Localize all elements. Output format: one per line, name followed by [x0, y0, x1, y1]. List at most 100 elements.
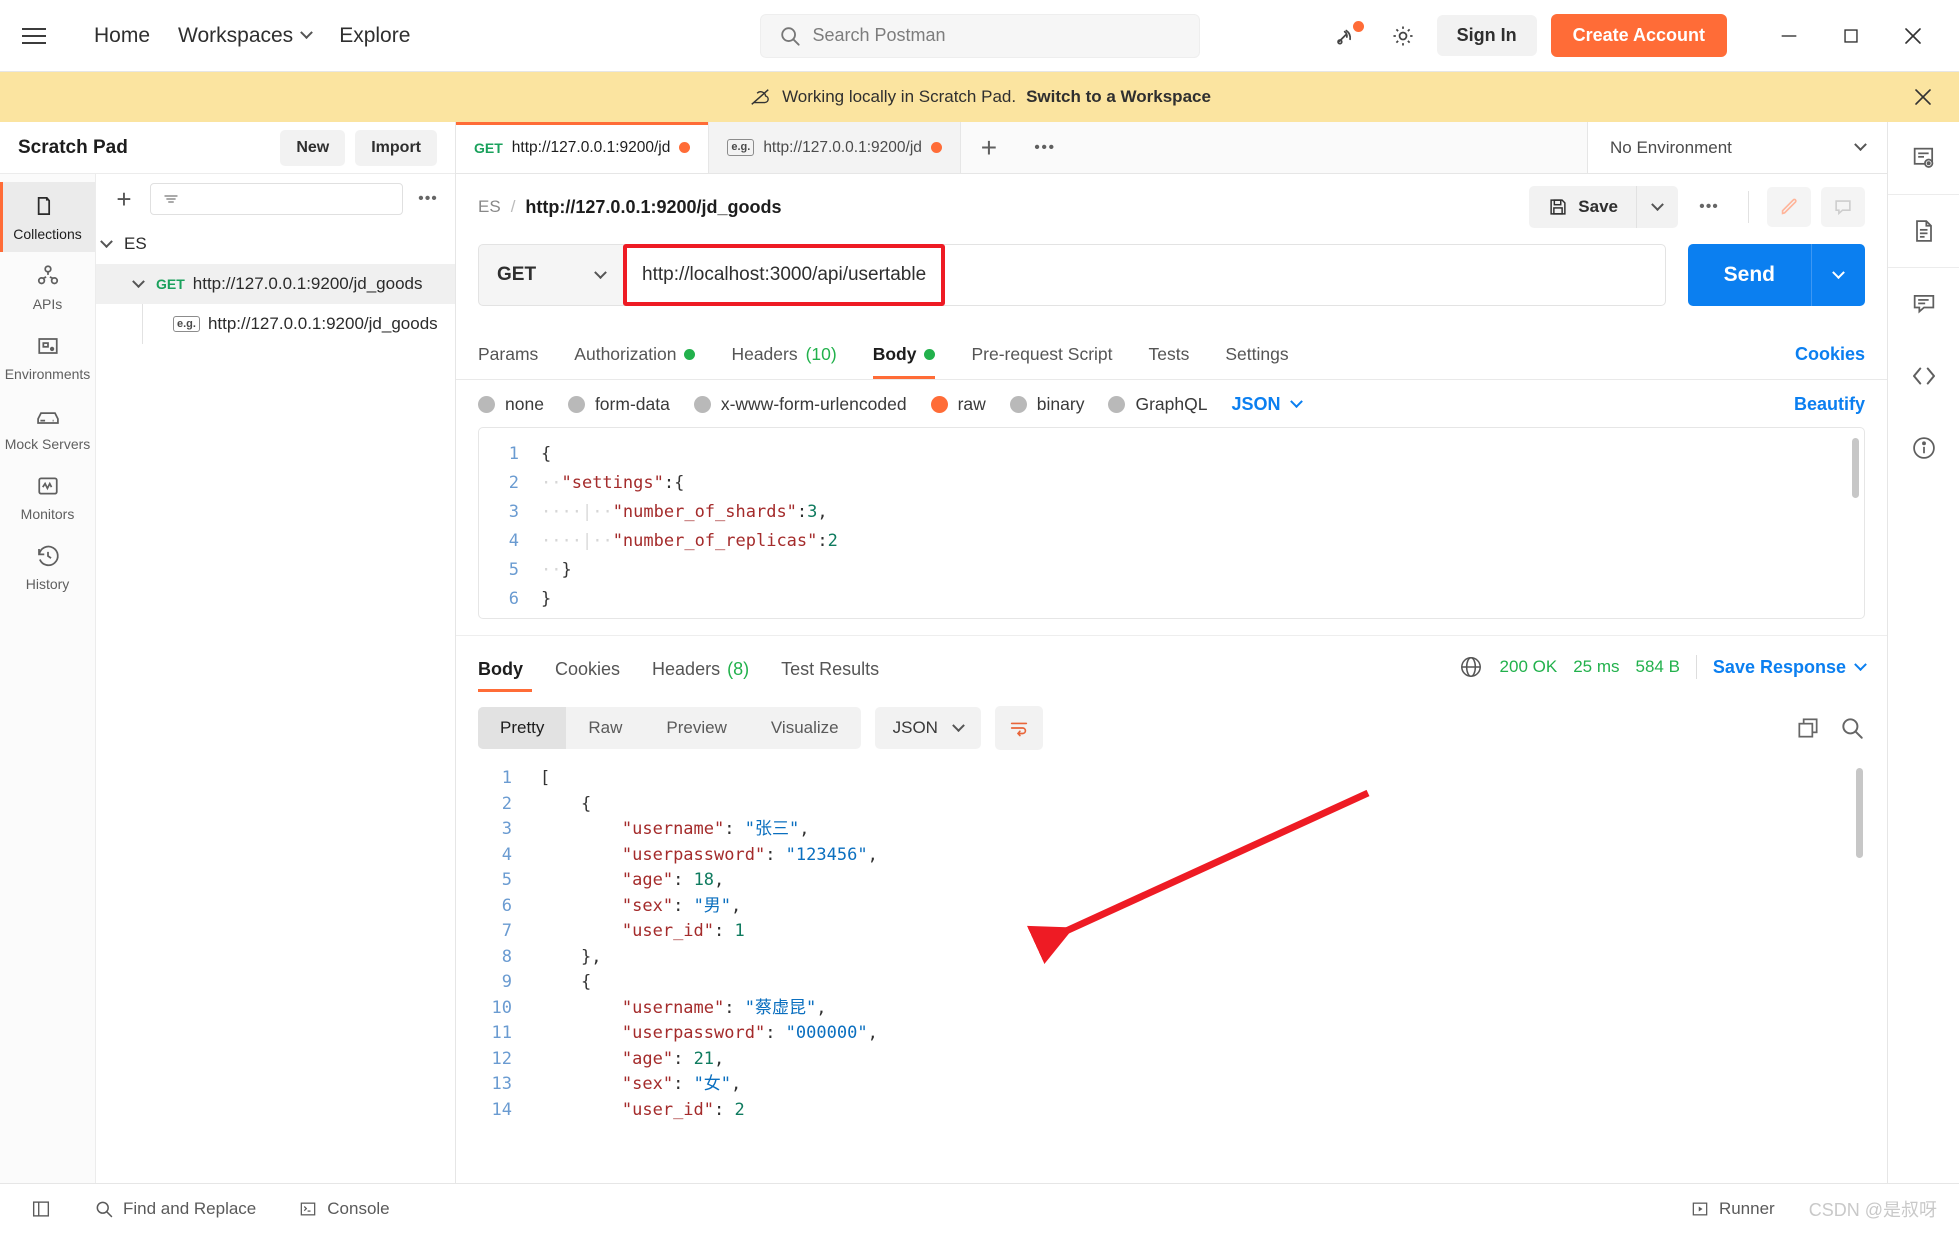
send-button[interactable]: Send	[1687, 244, 1811, 306]
body-mode-graphql[interactable]: GraphQL	[1108, 394, 1207, 415]
breadcrumb-root[interactable]: ES	[478, 197, 501, 217]
chevron-down-icon[interactable]	[128, 274, 148, 294]
tree-more-icon[interactable]: •••	[413, 184, 443, 214]
edit-pencil-icon[interactable]	[1767, 187, 1811, 227]
cookies-link[interactable]: Cookies	[1795, 344, 1865, 379]
tab-pre-request-script[interactable]: Pre-request Script	[953, 344, 1130, 379]
console-button[interactable]: Console	[290, 1194, 397, 1224]
tree-request-row[interactable]: GET http://127.0.0.1:9200/jd_goods	[96, 264, 455, 304]
sidebar-item-apis[interactable]: APIs	[0, 252, 95, 322]
sidebar-toggle-button[interactable]	[22, 1193, 60, 1225]
request-pane: GET http://127.0.0.1:9200/jd e.g. http:/…	[456, 122, 1887, 1183]
environment-selector[interactable]: No Environment	[1587, 122, 1887, 173]
sidebar-item-history[interactable]: History	[0, 532, 95, 602]
sidebar-item-collections[interactable]: Collections	[0, 182, 95, 252]
hamburger-icon[interactable]	[22, 21, 52, 51]
request-more-icon[interactable]: •••	[1688, 187, 1730, 227]
response-view-pretty[interactable]: Pretty	[478, 707, 567, 749]
request-overview-icon[interactable]	[1888, 122, 1959, 194]
tab-authorization[interactable]: Authorization	[556, 344, 713, 379]
add-collection-icon[interactable]: +	[108, 183, 140, 215]
response-view-visualize[interactable]: Visualize	[749, 707, 861, 749]
settings-gear-icon[interactable]	[1383, 16, 1423, 56]
banner-close-icon[interactable]	[1911, 85, 1935, 109]
search-input[interactable]: Search Postman	[759, 13, 1200, 58]
runner-button[interactable]: Runner	[1682, 1194, 1783, 1224]
response-scrollbar[interactable]	[1856, 768, 1863, 858]
nav-home[interactable]: Home	[80, 18, 164, 54]
response-body-viewer[interactable]: 1[ 2 { 3 "username": "张三", 4 "userpasswo…	[478, 760, 1865, 1183]
sign-in-button[interactable]: Sign In	[1436, 15, 1537, 56]
close-window-button[interactable]	[1889, 14, 1937, 58]
body-mode-urlencoded[interactable]: x-www-form-urlencoded	[693, 394, 907, 415]
environments-icon	[37, 338, 58, 354]
find-and-replace-button[interactable]: Find and Replace	[86, 1194, 264, 1224]
request-tab-2[interactable]: e.g. http://127.0.0.1:9200/jd	[709, 122, 961, 173]
request-tab-1[interactable]: GET http://127.0.0.1:9200/jd	[456, 122, 710, 173]
tree-example-label: http://127.0.0.1:9200/jd_goods	[207, 314, 438, 333]
comments-icon[interactable]	[1821, 187, 1865, 227]
save-response-button[interactable]: Save Response	[1713, 657, 1867, 678]
http-method-value: GET	[497, 264, 537, 285]
tab-body[interactable]: Body	[855, 344, 954, 379]
mock-servers-icon	[36, 412, 59, 424]
response-tab-test-results[interactable]: Test Results	[765, 659, 895, 692]
copy-button[interactable]	[1795, 715, 1821, 741]
notifications-icon[interactable]	[1329, 16, 1369, 56]
http-method-select[interactable]: GET	[478, 244, 623, 306]
radio-icon	[478, 396, 495, 413]
beautify-link[interactable]: Beautify	[1794, 394, 1865, 415]
response-tab-body[interactable]: Body	[478, 659, 539, 692]
tree-collection-ES[interactable]: ES	[96, 224, 455, 264]
response-format-select[interactable]: JSON	[874, 707, 981, 749]
response-view-raw[interactable]: Raw	[566, 707, 644, 749]
import-button[interactable]: Import	[355, 129, 437, 166]
sidebar-item-environments[interactable]: Environments	[0, 322, 95, 392]
nav-workspaces[interactable]: Workspaces	[164, 18, 325, 54]
tab-settings[interactable]: Settings	[1207, 344, 1306, 379]
minimize-button[interactable]	[1765, 14, 1813, 58]
info-icon[interactable]	[1888, 412, 1959, 484]
url-input[interactable]	[623, 244, 1666, 306]
status-dot	[684, 349, 696, 360]
tab-params[interactable]: Params	[478, 344, 556, 379]
response-tab-headers[interactable]: Headers (8)	[636, 659, 765, 692]
body-mode-none[interactable]: none	[478, 394, 544, 415]
editor-scrollbar[interactable]	[1852, 438, 1859, 498]
breadcrumb-request-name[interactable]: http://127.0.0.1:9200/jd_goods	[525, 197, 781, 218]
maximize-button[interactable]	[1827, 14, 1875, 58]
chevron-down-icon[interactable]	[96, 234, 116, 254]
comments-icon[interactable]	[1888, 268, 1959, 340]
documentation-icon[interactable]	[1888, 195, 1959, 267]
tab-headers[interactable]: Headers (10)	[713, 344, 854, 379]
create-account-button[interactable]: Create Account	[1550, 14, 1727, 57]
save-button[interactable]: Save	[1529, 186, 1636, 228]
nav-explore[interactable]: Explore	[325, 18, 424, 54]
switch-workspace-link[interactable]: Switch to a Workspace	[1026, 87, 1211, 107]
response-view-preview[interactable]: Preview	[644, 707, 748, 749]
body-mode-binary[interactable]: binary	[1009, 394, 1084, 415]
tree-example-row[interactable]: e.g. http://127.0.0.1:9200/jd_goods	[142, 304, 455, 344]
code-snippet-icon[interactable]	[1888, 340, 1959, 412]
tabs-more-icon[interactable]: •••	[1017, 122, 1073, 173]
send-dropdown-button[interactable]	[1811, 244, 1865, 306]
sidebar-item-mock-servers[interactable]: Mock Servers	[0, 392, 95, 462]
new-button[interactable]: New	[280, 129, 346, 166]
tab-tests[interactable]: Tests	[1131, 344, 1208, 379]
request-body-editor[interactable]: 1{ 2 ··"settings":{ 3 ····|··"number_of_sh…	[478, 427, 1865, 619]
tree-request-label: http://127.0.0.1:9200/jd_goods	[192, 274, 423, 293]
radio-icon	[1009, 396, 1027, 413]
body-format-select[interactable]: JSON	[1231, 394, 1304, 415]
sidebar-item-monitors[interactable]: Monitors	[0, 462, 95, 532]
line-number: 10	[491, 997, 512, 1018]
search-response-button[interactable]	[1839, 715, 1865, 741]
body-mode-raw[interactable]: raw	[930, 394, 986, 415]
new-tab-button[interactable]: +	[961, 122, 1017, 173]
filter-input[interactable]	[150, 183, 403, 215]
save-dropdown-button[interactable]	[1636, 186, 1678, 228]
body-mode-form-data[interactable]: form-data	[567, 394, 670, 415]
response-tab-cookies[interactable]: Cookies	[539, 659, 636, 692]
wrap-lines-button[interactable]	[994, 706, 1043, 750]
tree-request-method: GET	[156, 276, 185, 292]
tab-pre-request-script-label: Pre-request Script	[971, 344, 1113, 364]
